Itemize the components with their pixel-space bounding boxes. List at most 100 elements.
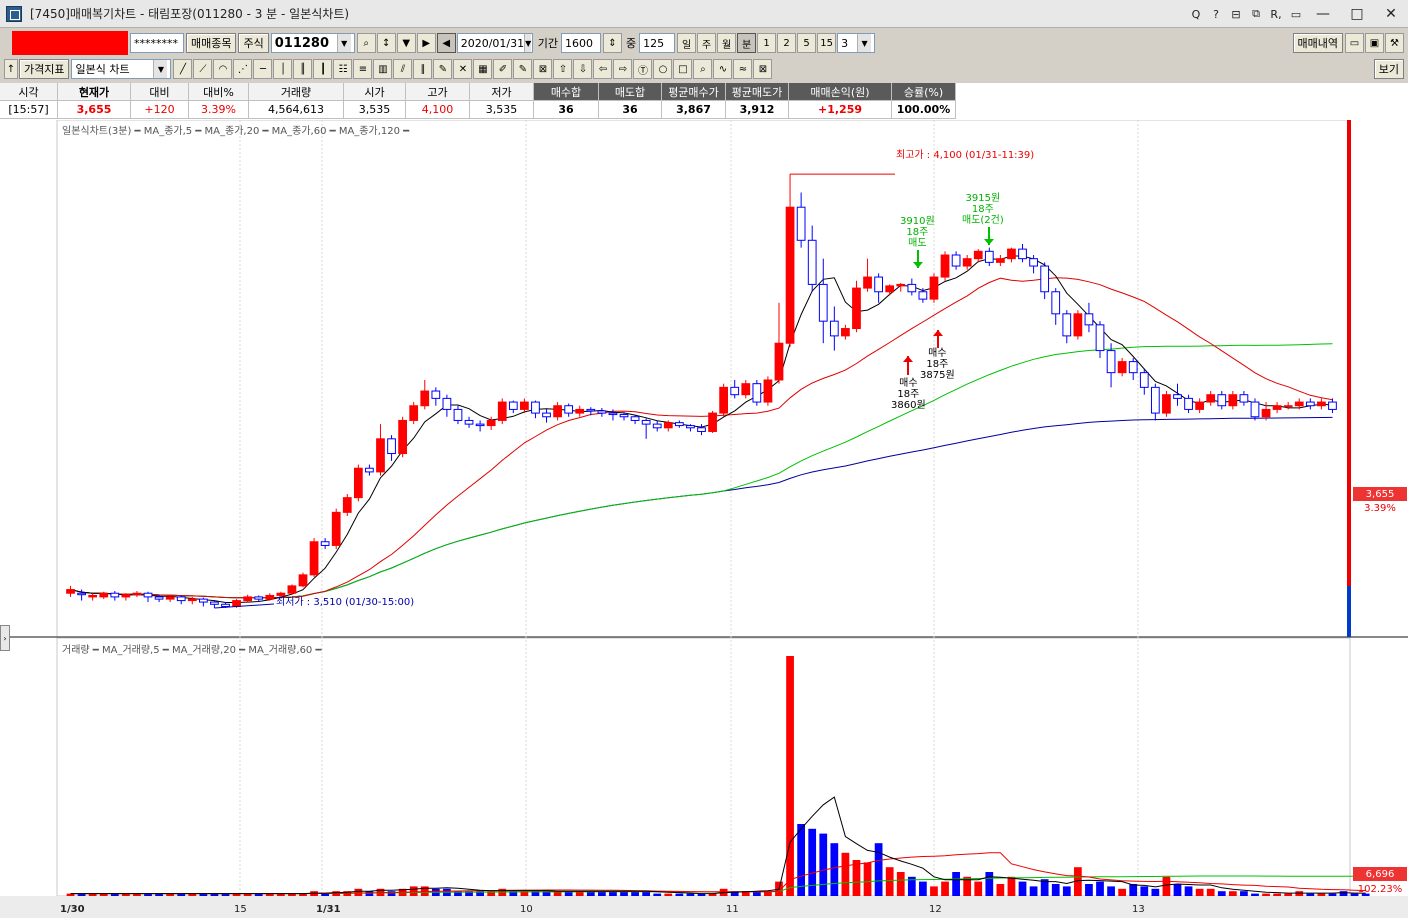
chart-type-value: 일본식 차트 <box>75 63 130 76</box>
candle-body <box>243 596 253 602</box>
volume-panel-frame <box>56 637 1351 897</box>
minute-15-button[interactable]: 15 <box>817 33 837 53</box>
circle-tool-icon[interactable]: ○ <box>653 59 673 79</box>
cross-tool-icon[interactable]: ✕ <box>453 59 473 79</box>
period-minute-button[interactable]: 분 <box>737 33 757 53</box>
arrow-up-icon[interactable]: ↑ <box>4 59 18 79</box>
arc-tool-icon[interactable]: ◠ <box>213 59 233 79</box>
link-icon[interactable]: ⧉ <box>1248 6 1264 22</box>
channel-tool-icon[interactable]: ⫽ <box>393 59 413 79</box>
candle-body <box>630 416 640 421</box>
chart-area[interactable]: 일본식차트(3분) ━ MA_종가,5 ━ MA_종가,20 ━ MA_종가,6… <box>0 120 1408 918</box>
password-field[interactable]: ******** <box>130 33 184 53</box>
history-button[interactable]: 매매내역 <box>1292 33 1343 53</box>
gann-tool-icon[interactable]: ≡ <box>353 59 373 79</box>
maximize-button[interactable]: □ <box>1340 0 1374 28</box>
minute-2-button[interactable]: 2 <box>777 33 797 53</box>
chevron-down-icon[interactable]: ▼ <box>336 34 351 52</box>
period-field[interactable]: 1600 <box>560 33 601 53</box>
wave-icon[interactable]: ≈ <box>733 59 753 79</box>
chevron-down-icon[interactable]: ▼ <box>396 33 416 53</box>
wrench-icon[interactable]: ⚒ <box>1385 33 1404 53</box>
candle-body <box>962 258 972 267</box>
period-day-button[interactable]: 일 <box>677 33 697 53</box>
parallel-tool-icon[interactable]: ∥ <box>413 59 433 79</box>
chart-type-select[interactable]: 일본식 차트 ▼ <box>71 59 172 79</box>
chevron-down-icon[interactable]: ▼ <box>524 34 532 52</box>
candle-body <box>1062 313 1072 337</box>
period-week-button[interactable]: 주 <box>697 33 717 53</box>
candle-body <box>331 511 341 546</box>
period-month-button[interactable]: 월 <box>717 33 737 53</box>
search-window-icon[interactable]: Q <box>1188 6 1204 22</box>
pencil-icon[interactable]: ✎ <box>433 59 453 79</box>
volume-bar <box>1029 886 1038 896</box>
delete-icon[interactable]: ⊠ <box>533 59 553 79</box>
count-field[interactable]: 125 <box>639 33 676 53</box>
search-icon[interactable]: ⌕ <box>356 33 376 53</box>
minute-select[interactable]: 3 ▼ <box>837 33 876 53</box>
grid-tool-icon[interactable]: ┃ <box>313 59 333 79</box>
code-field[interactable]: 011280 ▼ <box>270 33 355 53</box>
line-tool-icon[interactable]: ╱ <box>173 59 193 79</box>
chevron-down-icon[interactable]: ▼ <box>153 60 168 78</box>
edit-icon[interactable]: ✐ <box>493 59 513 79</box>
help-icon[interactable]: ? <box>1208 6 1224 22</box>
volume-bar <box>1151 888 1160 896</box>
chart-canvas[interactable] <box>0 120 1408 918</box>
volume-bar <box>686 893 695 896</box>
view-button[interactable]: 보기 <box>1373 59 1404 79</box>
hline-tool-icon[interactable]: ─ <box>253 59 273 79</box>
spin-icon[interactable]: ⇕ <box>602 33 622 53</box>
vlines-tool-icon[interactable]: ║ <box>293 59 313 79</box>
indicator-bar-red <box>1347 120 1351 586</box>
volume-bar <box>941 881 949 896</box>
fan-tool-icon[interactable]: ⋰ <box>233 59 253 79</box>
chevron-down-icon[interactable]: ▼ <box>857 34 872 52</box>
indicator-button[interactable]: 가격지표 <box>19 59 70 79</box>
tag-icon[interactable]: ✎ <box>513 59 533 79</box>
candle-body <box>719 386 729 414</box>
date-field[interactable]: 2020/01/31 ▼ <box>456 33 533 53</box>
bars-tool-icon[interactable]: ▥ <box>373 59 393 79</box>
volume-bar <box>1328 893 1337 896</box>
table-tool-icon[interactable]: ☷ <box>333 59 353 79</box>
candle-body <box>210 601 219 605</box>
arrow-up-icon[interactable]: ⇧ <box>553 59 573 79</box>
play-forward-icon[interactable]: ▶ <box>416 33 436 53</box>
restore-icon[interactable]: ▭ <box>1288 6 1304 22</box>
buy-annotation-2: 매수 18주 3875원 <box>920 348 955 381</box>
arrow-right-icon[interactable]: ⇨ <box>613 59 633 79</box>
volume-bar <box>1240 891 1248 896</box>
volume-bar <box>896 872 905 896</box>
sort-icon[interactable]: ↕ <box>376 33 396 53</box>
folder-icon[interactable]: ▭ <box>1345 33 1364 53</box>
pin-icon[interactable]: ⊟ <box>1228 6 1244 22</box>
minimize-button[interactable]: — <box>1306 0 1340 28</box>
trade-item-button[interactable]: 매매종목 <box>186 33 237 53</box>
candle-body <box>774 342 784 381</box>
arrow-down-icon[interactable]: ⇩ <box>573 59 593 79</box>
play-back-icon[interactable]: ◀ <box>436 33 456 53</box>
arrow-left-icon[interactable]: ⇦ <box>593 59 613 79</box>
minute-5-button[interactable]: 5 <box>797 33 817 53</box>
rect-tool-icon[interactable]: □ <box>673 59 693 79</box>
clear-icon[interactable]: ⊠ <box>753 59 773 79</box>
candle-body <box>1272 405 1282 410</box>
refresh-icon[interactable]: R, <box>1268 6 1284 22</box>
vline-tool-icon[interactable]: │ <box>273 59 293 79</box>
close-button[interactable]: ✕ <box>1374 0 1408 28</box>
trend-tool-icon[interactable]: ⟋ <box>193 59 213 79</box>
volume-bar <box>1096 881 1104 896</box>
indicator-icon[interactable]: ∿ <box>713 59 733 79</box>
zoom-icon[interactable]: ⌕ <box>693 59 713 79</box>
minute-1-button[interactable]: 1 <box>757 33 777 53</box>
save-icon[interactable]: ▣ <box>1365 33 1384 53</box>
candle-body <box>807 239 817 285</box>
sell1-price: 3910원 <box>900 216 935 227</box>
account-redacted[interactable] <box>12 31 128 55</box>
color-icon[interactable]: ▦ <box>473 59 493 79</box>
expand-panel-button[interactable]: › <box>0 625 10 651</box>
market-button[interactable]: 주식 <box>238 33 269 53</box>
text-tool-icon[interactable]: Ⓣ <box>633 59 653 79</box>
